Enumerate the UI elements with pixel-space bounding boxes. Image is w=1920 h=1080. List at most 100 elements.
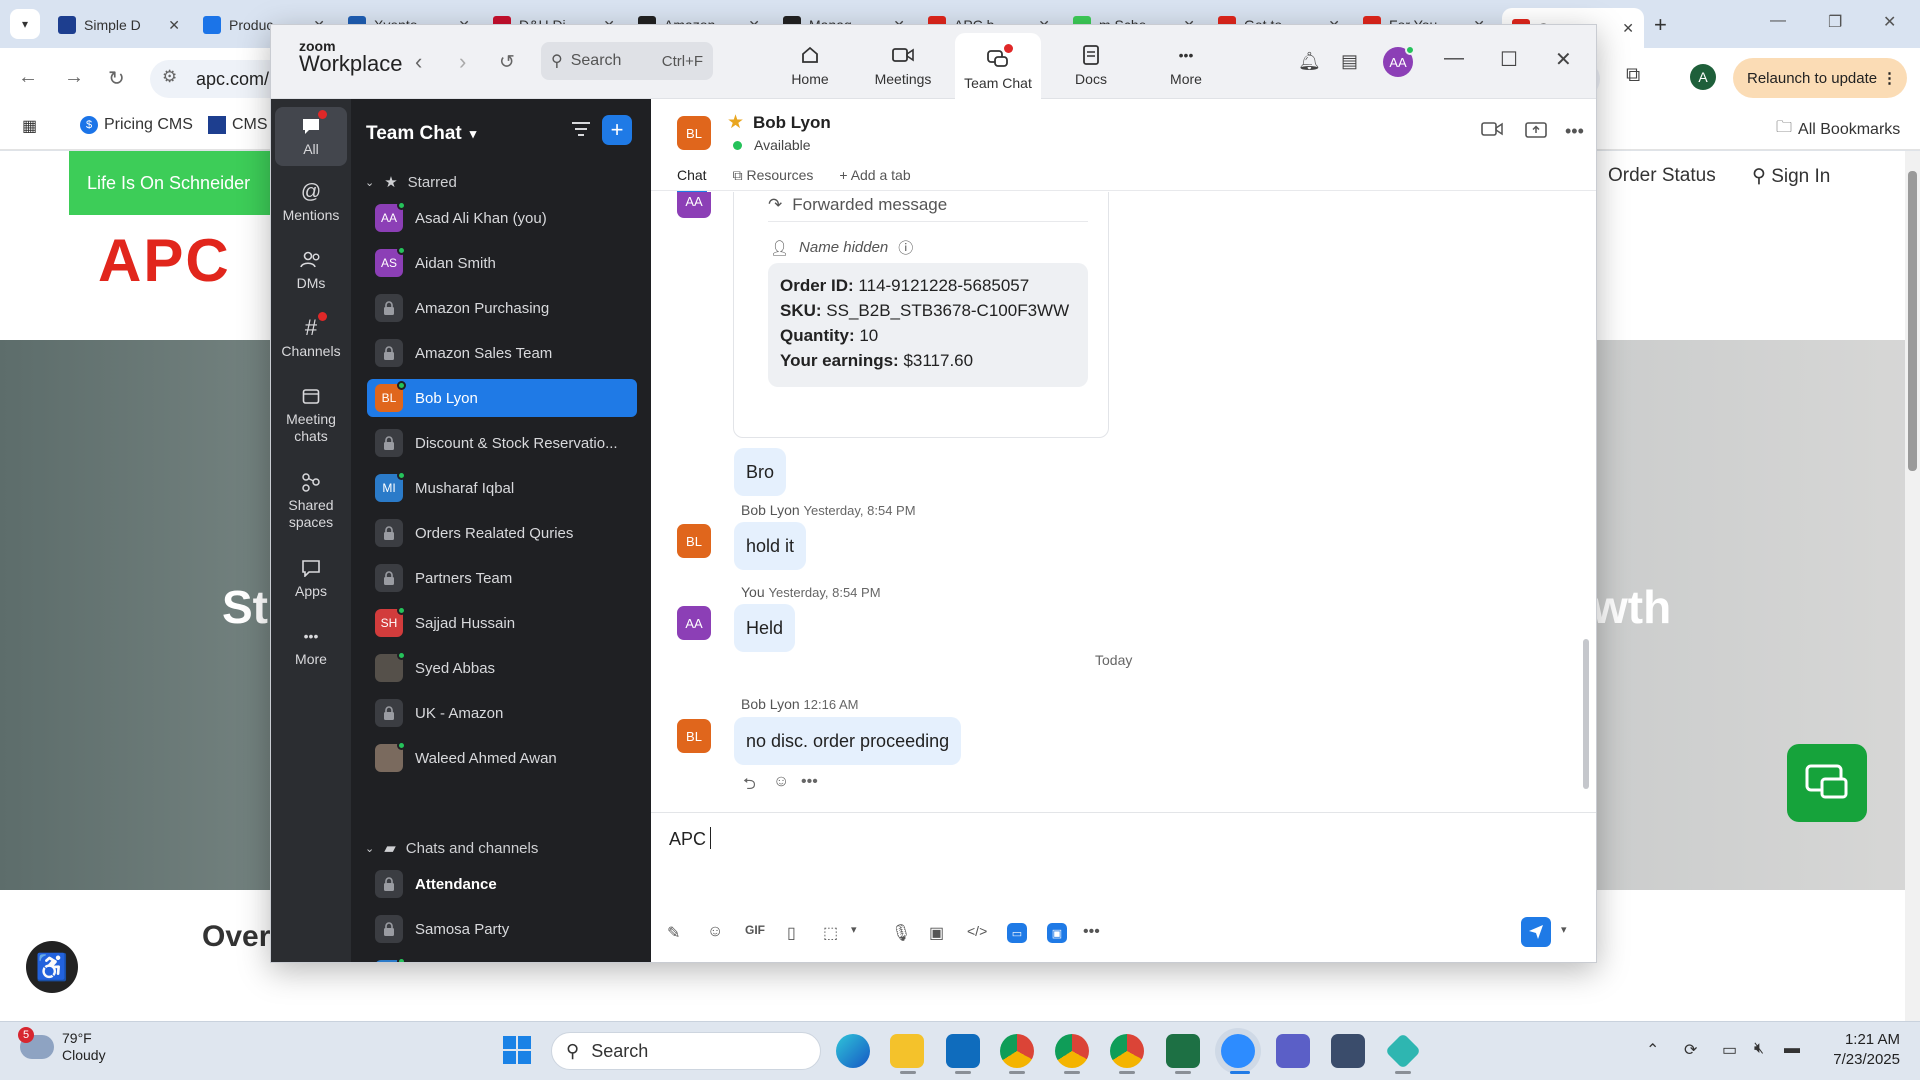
channel-list-item[interactable]: MI Musharaf Iqbal xyxy=(367,469,637,507)
outlook-icon[interactable] xyxy=(946,1034,980,1068)
more-options-icon[interactable]: ••• xyxy=(1083,923,1100,941)
channel-list-item[interactable]: Amazon Sales Team xyxy=(367,334,637,372)
chrome-icon[interactable] xyxy=(1000,1034,1034,1068)
avatar[interactable]: AA xyxy=(677,192,711,218)
message-bubble[interactable]: hold it xyxy=(734,522,807,570)
chevron-up-icon[interactable]: ⌃ xyxy=(1646,1040,1659,1060)
bell-icon[interactable]: 🔔︎ xyxy=(1298,51,1321,72)
send-button[interactable] xyxy=(1521,917,1551,947)
site-info-icon[interactable]: ⚙ xyxy=(162,67,177,87)
channel-list-item[interactable]: Samosa Party xyxy=(367,910,637,948)
contact-avatar[interactable]: BL xyxy=(677,116,711,150)
tab-more[interactable]: ••• More xyxy=(1143,33,1229,95)
profile-avatar[interactable]: A xyxy=(1690,64,1716,90)
send-options-icon[interactable]: ▾ xyxy=(1561,923,1567,936)
channel-list-item[interactable]: AS Aidan Smith xyxy=(367,244,637,282)
battery-icon[interactable]: ▬ xyxy=(1784,1040,1800,1058)
message-input[interactable]: APC xyxy=(669,827,712,850)
team-chat-dropdown[interactable]: Team Chat ▾ xyxy=(366,123,476,145)
apps-grid-icon[interactable]: ▦ xyxy=(22,116,37,136)
rail-all[interactable]: All xyxy=(275,107,347,166)
channel-list-item[interactable]: Syed Abbas xyxy=(367,649,637,687)
more-options-icon[interactable]: ••• xyxy=(801,773,818,791)
app-icon[interactable]: ▭ xyxy=(1007,923,1027,943)
emoji-icon[interactable]: ☺ xyxy=(707,923,723,941)
avatar[interactable]: AA xyxy=(677,606,711,640)
calendar-icon[interactable]: ▤ xyxy=(1341,51,1358,72)
rail-more[interactable]: ••• More xyxy=(275,625,347,668)
rail-apps[interactable]: Apps xyxy=(275,557,347,600)
avatar[interactable]: BL xyxy=(677,719,711,753)
channel-list-item[interactable]: SH Sajjad Hussain xyxy=(367,604,637,642)
contact-name[interactable]: Bob Lyon xyxy=(753,113,831,133)
teams-icon[interactable] xyxy=(1276,1034,1310,1068)
gif-icon[interactable]: GIF xyxy=(745,923,765,937)
browser-close-button[interactable]: ✕ xyxy=(1883,12,1896,32)
reload-icon[interactable]: ↻ xyxy=(108,66,125,91)
weather-widget[interactable]: 5 79°F Cloudy xyxy=(18,1026,106,1064)
volume-muted-icon[interactable]: 🔇︎ xyxy=(1754,1040,1764,1058)
page-scrollbar[interactable] xyxy=(1905,151,1920,1021)
clock[interactable]: 1:21 AM 7/23/2025 xyxy=(1826,1030,1900,1069)
browser-minimize-button[interactable]: — xyxy=(1770,12,1786,30)
channel-list-item[interactable]: NUNajeeb Uddin xyxy=(367,955,637,962)
start-button[interactable] xyxy=(503,1036,531,1064)
app-icon[interactable]: ▣ xyxy=(1047,923,1067,943)
schneider-banner[interactable]: Life Is On Schneider xyxy=(69,151,279,215)
channel-list-item[interactable]: BL Bob Lyon xyxy=(367,379,637,417)
tab-home[interactable]: Home xyxy=(767,33,853,95)
message-bubble[interactable]: no disc. order proceeding xyxy=(734,717,962,765)
zoom-search-input[interactable]: ⚲ Search Ctrl+F xyxy=(541,42,713,80)
scroll-thumb[interactable] xyxy=(1583,639,1589,789)
network-icon[interactable]: ▭ xyxy=(1722,1040,1737,1060)
file-explorer-icon[interactable] xyxy=(890,1034,924,1068)
share-screen-icon[interactable] xyxy=(1525,121,1547,144)
zoom-maximize-button[interactable]: ☐ xyxy=(1500,47,1518,72)
new-chat-button[interactable]: + xyxy=(602,115,632,145)
zoom-forward-icon[interactable]: › xyxy=(459,49,466,75)
forwarded-message[interactable]: ↷ Forwarded message 👤︎ Name hidden ⓘ Ord… xyxy=(733,192,1109,438)
channel-list-item[interactable]: Attendance xyxy=(367,865,637,903)
more-options-icon[interactable]: ••• xyxy=(1565,121,1584,142)
chrome-profile-icon[interactable] xyxy=(1110,1034,1144,1068)
format-icon[interactable]: ✎ xyxy=(667,923,680,943)
zoom-minimize-button[interactable]: — xyxy=(1444,47,1464,70)
message-bubble[interactable]: Held xyxy=(734,604,796,652)
taskbar-search[interactable]: ⚲ Search xyxy=(551,1032,821,1070)
forward-icon[interactable]: → xyxy=(64,66,84,89)
sign-in-link[interactable]: ⚲ Sign In xyxy=(1752,165,1830,188)
video-message-icon[interactable]: ▣ xyxy=(929,923,944,943)
apc-logo[interactable]: APC xyxy=(98,226,231,295)
file-icon[interactable]: ▯ xyxy=(787,923,796,943)
channel-list-item[interactable]: Orders Realated Quries xyxy=(367,514,637,552)
calculator-icon[interactable] xyxy=(1331,1034,1365,1068)
all-bookmarks-link[interactable]: 🗀 All Bookmarks xyxy=(1776,116,1900,143)
tab-add[interactable]: + Add a tab xyxy=(839,167,910,193)
channel-list-item[interactable]: Amazon Purchasing xyxy=(367,289,637,327)
rail-meeting-chats[interactable]: Meeting chats xyxy=(275,385,347,445)
message-bubble[interactable]: Bro xyxy=(734,448,787,496)
history-icon[interactable]: ↺ xyxy=(499,51,515,74)
channel-list-item[interactable]: Partners Team xyxy=(367,559,637,597)
relaunch-button[interactable]: Relaunch to update ⋮ xyxy=(1733,58,1907,98)
edge-icon[interactable] xyxy=(836,1034,870,1068)
browser-restore-button[interactable]: ❐ xyxy=(1828,12,1842,32)
video-call-icon[interactable] xyxy=(1481,121,1503,142)
chrome-profile-icon[interactable] xyxy=(1055,1034,1089,1068)
zoom-close-button[interactable]: ✕ xyxy=(1555,47,1572,72)
avatar[interactable]: BL xyxy=(677,524,711,558)
tab-search-button[interactable]: ▾ xyxy=(10,9,40,39)
microphone-icon[interactable]: 🎙︎ xyxy=(891,923,911,943)
tab-team-chat[interactable]: Team Chat xyxy=(955,33,1041,99)
bookmark-pricing-cms[interactable]: $ Pricing CMS xyxy=(80,116,193,134)
channel-list-item[interactable]: AA Asad Ali Khan (you) xyxy=(367,199,637,237)
site-chat-button[interactable] xyxy=(1787,744,1867,822)
code-icon[interactable]: </> xyxy=(967,923,987,939)
starred-section-header[interactable]: ⌄ ★ Starred xyxy=(365,173,457,192)
tab-chat[interactable]: Chat xyxy=(677,167,707,193)
tab-close-icon[interactable]: ✕ xyxy=(1622,20,1634,37)
rail-shared-spaces[interactable]: Shared spaces xyxy=(275,471,347,531)
channel-list-item[interactable]: Waleed Ahmed Awan xyxy=(367,739,637,777)
user-avatar[interactable]: AA xyxy=(1383,45,1415,77)
rail-mentions[interactable]: @ Mentions xyxy=(275,181,347,224)
